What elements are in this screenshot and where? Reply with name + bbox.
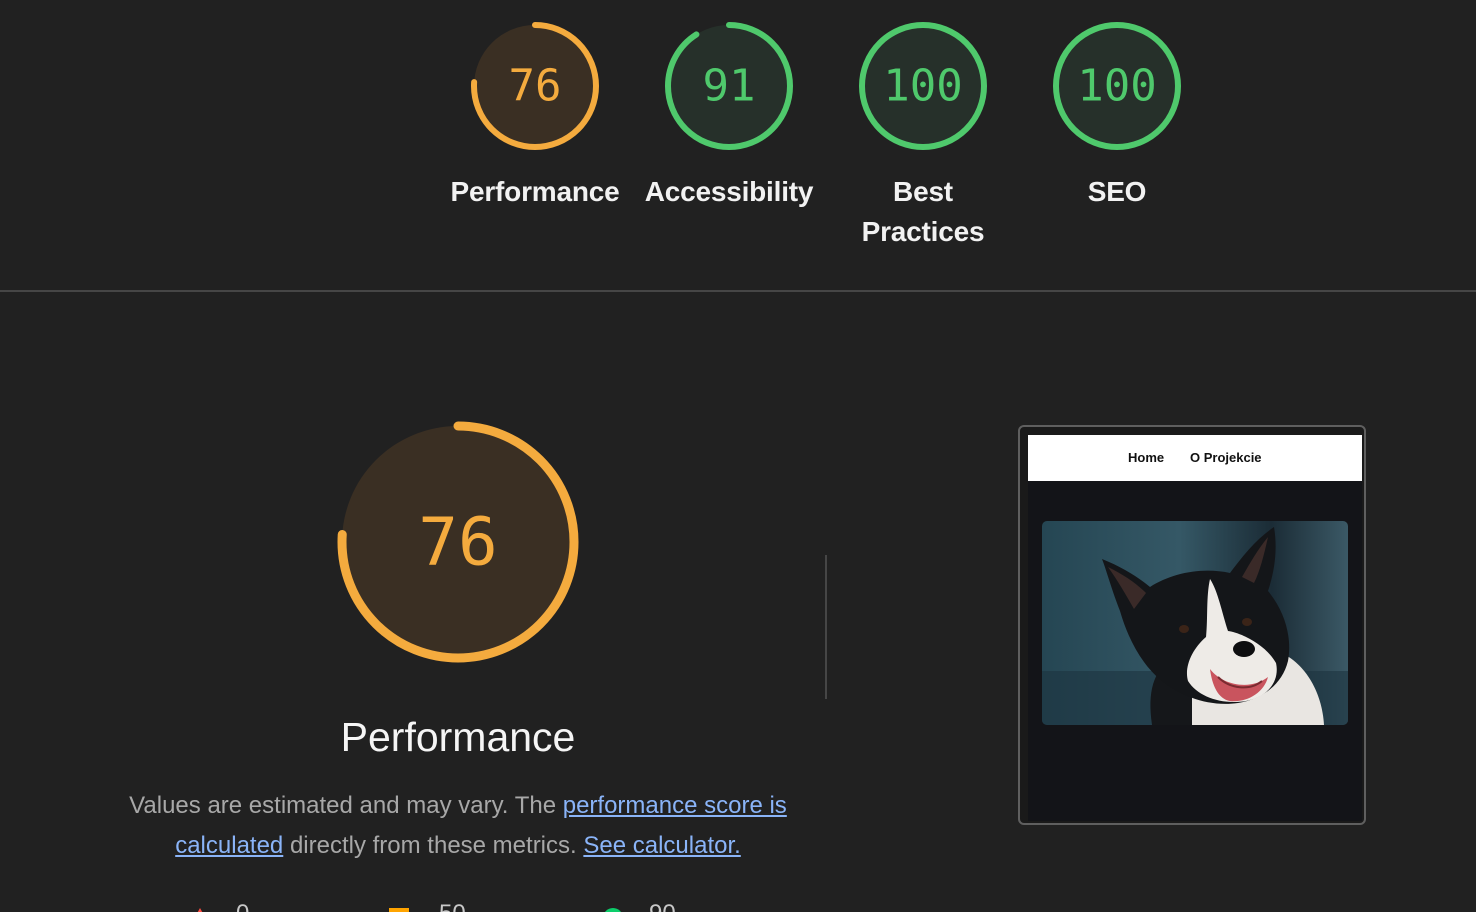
performance-big-gauge-value: 76: [418, 504, 497, 581]
pass-circle-icon: [603, 908, 623, 912]
gauge-best-practices-value: 100: [883, 61, 962, 112]
gauge-performance-value: 76: [509, 61, 562, 112]
thumbnail-viewport: Home O Projekcie: [1028, 435, 1362, 821]
gauge-best-practices-ring: 100: [859, 22, 987, 150]
gauge-accessibility-value: 91: [703, 61, 756, 112]
score-legend: 0–49 50–89 90–100: [0, 900, 1476, 912]
gauge-performance-label: Performance: [450, 176, 620, 207]
gauge-performance[interactable]: 76 Performance: [440, 20, 630, 212]
gauge-best-practices-label: Best Practices: [861, 176, 985, 247]
legend-pass-text: 90–100: [649, 900, 689, 912]
thumbnail-navbar: Home O Projekcie: [1028, 435, 1362, 481]
score-summary-row: 76 Performance 91 Accessibility 100 Best…: [0, 0, 1476, 290]
thumbnail-nav-home: Home: [1128, 450, 1165, 465]
dog-photo-illustration: [1042, 521, 1348, 725]
gauge-accessibility-label: Accessibility: [644, 176, 814, 207]
desc-text-middle: directly from these metrics.: [283, 832, 584, 859]
average-square-icon: [389, 908, 409, 912]
legend-fail-text: 0–49: [236, 900, 263, 912]
gauge-seo-label: SEO: [1087, 176, 1147, 207]
gauge-seo-ring: 100: [1053, 22, 1181, 150]
thumbnail-nav-about: O Projekcie: [1190, 450, 1262, 465]
performance-description: Values are estimated and may vary. The p…: [128, 786, 788, 866]
lighthouse-report: 76 Performance 91 Accessibility 100 Best…: [0, 0, 1476, 912]
performance-big-gauge: 76: [337, 421, 579, 663]
see-calculator-link[interactable]: See calculator.: [583, 832, 740, 859]
page-screenshot-thumbnail[interactable]: Home O Projekcie: [1018, 425, 1366, 825]
gauge-performance-ring: 76: [471, 22, 599, 150]
gauge-accessibility-ring: 91: [665, 22, 793, 150]
dog-photo: [1042, 521, 1348, 725]
gauge-best-practices[interactable]: 100 Best Practices: [828, 20, 1018, 252]
legend-average-text: 50–89: [439, 900, 479, 912]
gauge-seo-value: 100: [1077, 61, 1156, 112]
performance-title: Performance: [340, 714, 576, 760]
vertical-divider: [825, 555, 827, 699]
gauge-accessibility[interactable]: 91 Accessibility: [634, 20, 824, 212]
gauge-seo[interactable]: 100 SEO: [1022, 20, 1212, 212]
fail-triangle-icon: [190, 908, 210, 912]
section-divider: [0, 290, 1476, 292]
desc-text-before: Values are estimated and may vary. The: [129, 792, 563, 819]
